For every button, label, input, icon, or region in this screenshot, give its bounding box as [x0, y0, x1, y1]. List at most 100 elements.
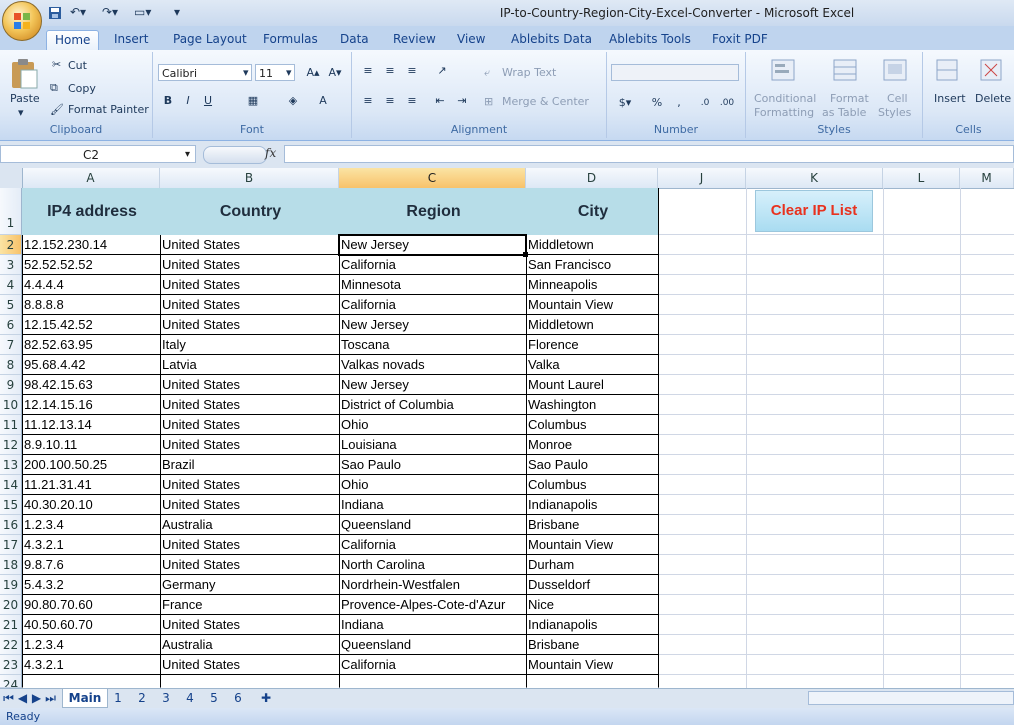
italic-icon[interactable]: I: [178, 92, 198, 110]
cell-region[interactable]: Ohio: [339, 415, 526, 435]
formula-input[interactable]: [284, 145, 1014, 163]
cell-city[interactable]: Florence: [526, 335, 658, 355]
column-header-b[interactable]: B: [160, 168, 339, 188]
cell-ip[interactable]: 4.3.2.1: [22, 655, 160, 675]
column-header-m[interactable]: M: [960, 168, 1014, 188]
row-header[interactable]: 9: [0, 375, 22, 395]
column-header-k[interactable]: K: [746, 168, 883, 188]
row-header[interactable]: 22: [0, 635, 22, 655]
row-header[interactable]: 6: [0, 315, 22, 335]
column-header-c[interactable]: C: [339, 168, 526, 188]
conditional-formatting-button[interactable]: Conditional: [754, 92, 816, 105]
insert-button[interactable]: Insert: [934, 92, 966, 105]
paste-dropdown-icon[interactable]: ▾: [18, 106, 24, 119]
cell-city[interactable]: Mountain View: [526, 295, 658, 315]
align-bottom-icon[interactable]: ≡: [402, 62, 422, 80]
cell-city[interactable]: Columbus: [526, 415, 658, 435]
cut-button[interactable]: Cut: [68, 59, 87, 72]
cell-city[interactable]: Washington: [526, 395, 658, 415]
tab-insert[interactable]: Insert: [106, 30, 156, 50]
cell-city[interactable]: Brisbane: [526, 635, 658, 655]
tab-home[interactable]: Home: [46, 30, 100, 51]
align-middle-icon[interactable]: ≡: [380, 62, 400, 80]
cell-ip[interactable]: 8.9.10.11: [22, 435, 160, 455]
decrease-decimal-icon[interactable]: .00: [717, 94, 737, 112]
cell-ip[interactable]: 8.8.8.8: [22, 295, 160, 315]
cell-city[interactable]: Brisbane: [526, 515, 658, 535]
wrap-text-button[interactable]: Wrap Text: [502, 66, 556, 79]
sheet-tab-main[interactable]: Main: [62, 689, 108, 708]
row-header[interactable]: 18: [0, 555, 22, 575]
row-header-1[interactable]: 1: [0, 188, 22, 235]
accounting-format-icon[interactable]: $▾: [615, 94, 635, 112]
header-city[interactable]: City: [526, 188, 658, 235]
number-format-select[interactable]: [611, 64, 739, 81]
copy-icon[interactable]: ⧉: [50, 81, 58, 95]
tab-data[interactable]: Data: [332, 30, 377, 50]
row-header-24[interactable]: 24: [0, 675, 22, 688]
row-header[interactable]: 5: [0, 295, 22, 315]
cell-city[interactable]: Sao Paulo: [526, 455, 658, 475]
cell-region[interactable]: California: [339, 295, 526, 315]
row-header[interactable]: 4: [0, 275, 22, 295]
cell-country[interactable]: United States: [160, 395, 339, 415]
row-header[interactable]: 20: [0, 595, 22, 615]
font-color-icon[interactable]: A: [313, 92, 333, 110]
tab-page-layout[interactable]: Page Layout: [165, 30, 255, 50]
sheet-tab-4[interactable]: 4: [180, 689, 200, 707]
tab-ablebits-data[interactable]: Ablebits Data: [503, 30, 600, 50]
cell-ip[interactable]: 1.2.3.4: [22, 635, 160, 655]
insert-cells-icon[interactable]: [935, 58, 959, 82]
fill-color-icon[interactable]: ◈: [283, 92, 303, 110]
fill-handle[interactable]: [523, 252, 528, 257]
sheet-tab-5[interactable]: 5: [204, 689, 224, 707]
grow-font-icon[interactable]: A▴: [303, 64, 323, 82]
cell-city[interactable]: Mountain View: [526, 655, 658, 675]
row-header[interactable]: 17: [0, 535, 22, 555]
cell-ip[interactable]: 4.3.2.1: [22, 535, 160, 555]
tab-review[interactable]: Review: [385, 30, 444, 50]
row-header[interactable]: 2: [0, 235, 22, 255]
cell-country[interactable]: United States: [160, 415, 339, 435]
header-ip[interactable]: IP4 address: [22, 188, 160, 235]
insert-function-icon[interactable]: fx: [265, 146, 276, 160]
merge-center-icon[interactable]: ⊞: [484, 95, 493, 108]
cell-styles-icon[interactable]: [882, 58, 908, 82]
next-sheet-icon[interactable]: ▶: [31, 689, 42, 707]
row-header[interactable]: 23: [0, 655, 22, 675]
cell-region[interactable]: Minnesota: [339, 275, 526, 295]
cell-country[interactable]: United States: [160, 235, 339, 255]
cell-country[interactable]: United States: [160, 275, 339, 295]
cell-ip[interactable]: 40.50.60.70: [22, 615, 160, 635]
conditional-formatting-icon[interactable]: [770, 58, 796, 82]
orientation-icon[interactable]: ↗: [432, 62, 452, 80]
select-all-corner[interactable]: [0, 168, 23, 188]
cell-country[interactable]: Latvia: [160, 355, 339, 375]
cell-country[interactable]: United States: [160, 375, 339, 395]
cell-ip[interactable]: 90.80.70.60: [22, 595, 160, 615]
column-header-a[interactable]: A: [22, 168, 160, 188]
delete-cells-icon[interactable]: [979, 58, 1003, 82]
align-center-icon[interactable]: ≡: [380, 92, 400, 110]
cell-city[interactable]: Middletown: [526, 235, 658, 255]
cell-ip[interactable]: 11.21.31.41: [22, 475, 160, 495]
cell-region[interactable]: New Jersey: [339, 235, 526, 255]
column-header-j[interactable]: J: [658, 168, 746, 188]
align-top-icon[interactable]: ≡: [358, 62, 378, 80]
cell-ip[interactable]: 12.152.230.14: [22, 235, 160, 255]
cell-country[interactable]: United States: [160, 475, 339, 495]
cell-city[interactable]: Nice: [526, 595, 658, 615]
paste-icon[interactable]: [9, 58, 39, 90]
name-box[interactable]: C2 ▾: [0, 145, 196, 163]
delete-button[interactable]: Delete: [975, 92, 1011, 105]
row-header[interactable]: 10: [0, 395, 22, 415]
borders-icon[interactable]: ▦: [243, 92, 263, 110]
cell-ip[interactable]: 40.30.20.10: [22, 495, 160, 515]
name-box-dropdown-icon[interactable]: ▾: [185, 147, 190, 163]
cell-ip[interactable]: 11.12.13.14: [22, 415, 160, 435]
row-header[interactable]: 16: [0, 515, 22, 535]
cell-ip[interactable]: 95.68.4.42: [22, 355, 160, 375]
cell-country[interactable]: United States: [160, 535, 339, 555]
align-right-icon[interactable]: ≡: [402, 92, 422, 110]
cell-city[interactable]: Mount Laurel: [526, 375, 658, 395]
